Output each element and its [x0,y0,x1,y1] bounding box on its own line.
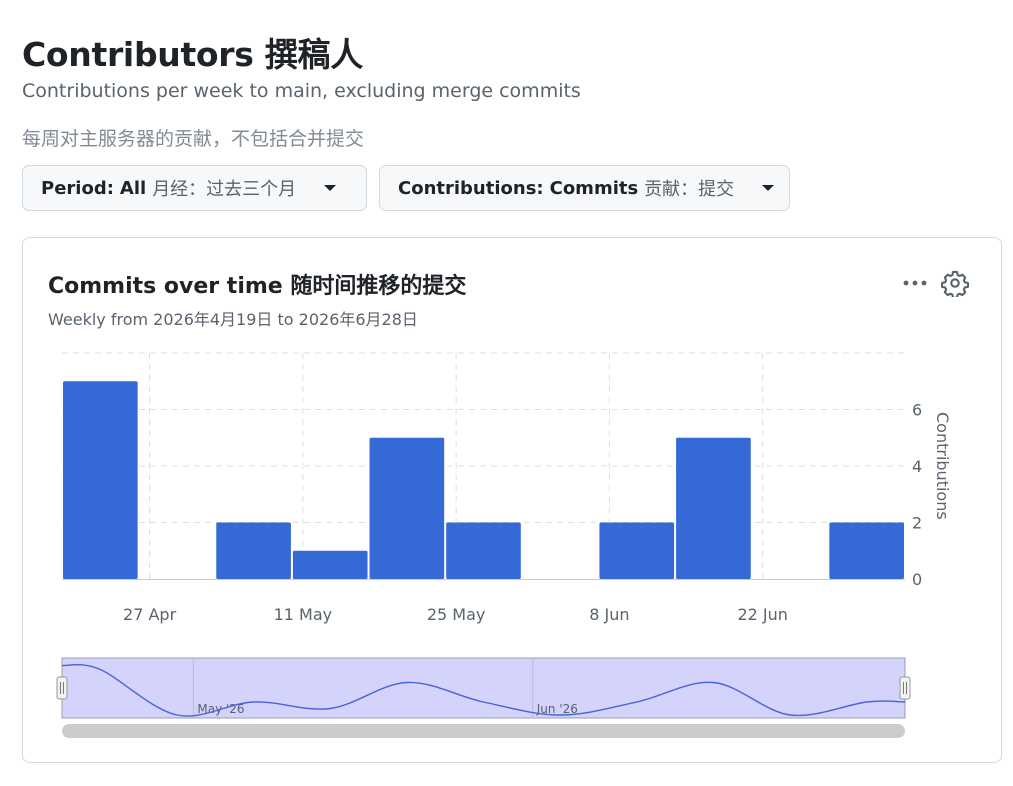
bar [599,522,675,579]
y-tick-label: 2 [912,514,922,533]
bar [292,550,368,579]
bar [829,522,904,579]
bar [63,381,138,579]
navigator-range [61,657,906,719]
triangle-down-icon [324,185,337,191]
navigator-scrollbar[interactable] [62,724,905,738]
x-tick-label: 8 Jun [589,605,629,624]
triangle-down-icon [762,185,775,191]
navigator-left-handle[interactable] [56,676,68,700]
bar [446,522,521,579]
commits-chart-card: Commits over time 随时间推移的提交 Weekly from 2… [22,237,1002,763]
bar [369,437,445,579]
period-dropdown-translation: 月经：过去三个月 [152,179,297,200]
x-tick-label: 11 May [274,605,333,624]
page-subtitle-translation: 每周对主服务器的贡献，不包括合并提交 [22,128,365,150]
page-title: Contributors 撰稿人 [22,35,363,74]
contributions-dropdown-translation: 贡献：提交 [644,179,735,200]
commits-bar-chart: 0 2 4 6 Contributions 27 Apr 11 May 25 May 8 Jun… [56,352,952,738]
y-axis-label: Contributions [933,412,952,520]
period-dropdown-value: All [119,177,147,199]
x-tick-label: 22 Jun [737,605,787,624]
x-tick-label: 25 May [427,605,486,624]
period-dropdown[interactable]: Period: All 月经：过去三个月 [22,165,367,211]
x-tick-label: 27 Apr [123,605,177,624]
contributions-dropdown[interactable]: Contributions: Commits 贡献：提交 [379,165,790,211]
bar [216,522,291,579]
contributions-dropdown-key: Contributions: [398,177,544,199]
y-tick-label: 4 [912,457,922,476]
contributions-dropdown-value: Commits [549,177,639,199]
bar [676,437,751,579]
y-tick-label: 0 [912,570,922,589]
y-tick-label: 6 [912,401,922,420]
period-dropdown-key: Period: [41,177,114,199]
page-subtitle: Contributions per week to main, excludin… [22,80,581,102]
navigator-right-handle[interactable] [899,676,911,700]
